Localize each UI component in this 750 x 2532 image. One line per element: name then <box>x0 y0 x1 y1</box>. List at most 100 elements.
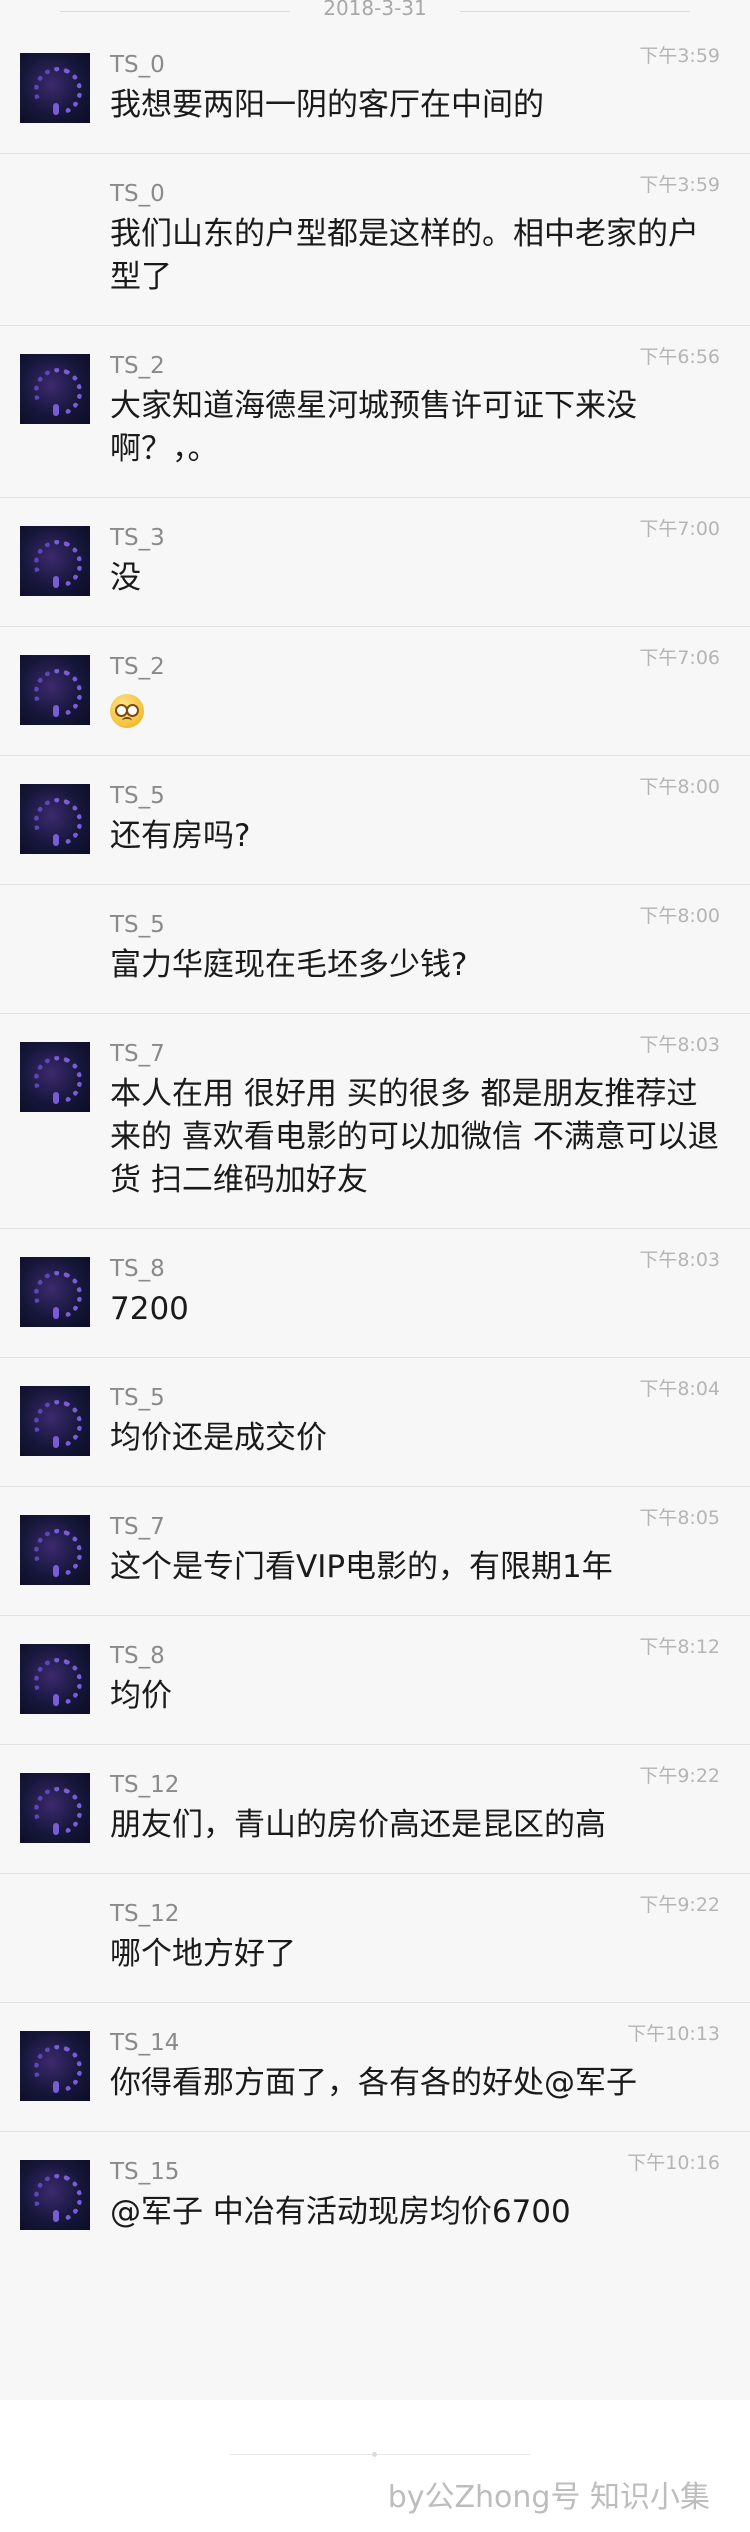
message-header: TS_0 下午3:59 <box>110 174 720 209</box>
sender-name[interactable]: TS_7 <box>110 1041 165 1067</box>
message-header: TS_8 下午8:12 <box>110 1636 720 1671</box>
message-item[interactable]: TS_8 下午8:12 均价 <box>0 1616 750 1745</box>
message-time: 下午8:00 <box>639 905 720 927</box>
avatar-dot-icon <box>53 1694 59 1706</box>
message-header: TS_7 下午8:05 <box>110 1507 720 1542</box>
sender-name[interactable]: TS_3 <box>110 525 165 551</box>
message-text: 本人在用 很好用 买的很多 都是朋友推荐过来的 喜欢看电影的可以加微信 不满意可… <box>110 1076 719 1198</box>
sender-name[interactable]: TS_2 <box>110 654 165 680</box>
message-item[interactable]: TS_2 下午7:06 <box>0 627 750 756</box>
avatar-dot-icon <box>53 834 59 846</box>
avatar-dot-icon <box>53 1307 59 1319</box>
sender-name[interactable]: TS_15 <box>110 2159 179 2185</box>
avatar[interactable] <box>20 1257 90 1327</box>
message-item[interactable]: TS_5 下午8:00 还有房吗? <box>0 756 750 885</box>
message-time: 下午7:06 <box>639 647 720 669</box>
message-header: TS_2 下午6:56 <box>110 346 720 381</box>
message-item[interactable]: TS_0 下午3:59 我们山东的户型都是这样的。相中老家的户型了 <box>0 154 750 326</box>
message-header: TS_5 下午8:00 <box>110 776 720 811</box>
message-item[interactable]: TS_2 下午6:56 大家知道海德星河城预售许可证下来没啊？，。 <box>0 326 750 498</box>
sender-name[interactable]: TS_8 <box>110 1256 165 1282</box>
message-list[interactable]: TS_0 下午3:59 我想要两阳一阴的客厅在中间的 TS_0 下午3:59 我们山东的户… <box>0 25 750 2260</box>
avatar[interactable] <box>20 2031 90 2101</box>
avatar[interactable] <box>20 53 90 123</box>
message-time: 下午10:16 <box>627 2152 720 2174</box>
message-item[interactable]: TS_7 下午8:03 本人在用 很好用 买的很多 都是朋友推荐过来的 喜欢看电影的… <box>0 1014 750 1229</box>
message-item[interactable]: TS_5 下午8:00 富力华庭现在毛坯多少钱? <box>0 885 750 1014</box>
message-text: 朋友们，青山的房价高还是昆区的高 <box>110 1807 606 1843</box>
sender-name[interactable]: TS_14 <box>110 2030 179 2056</box>
sender-name[interactable]: TS_8 <box>110 1643 165 1669</box>
message-item[interactable]: TS_3 下午7:00 没 <box>0 498 750 627</box>
message-time: 下午8:03 <box>639 1249 720 1271</box>
message-text: 均价 <box>110 1678 172 1714</box>
avatar[interactable] <box>20 2160 90 2230</box>
message-text: 这个是专门看VIP电影的，有限期1年 <box>110 1549 613 1585</box>
avatar[interactable] <box>20 1386 90 1456</box>
sender-name[interactable]: TS_5 <box>110 1385 165 1411</box>
sender-name[interactable]: TS_0 <box>110 52 165 78</box>
avatar-dot-icon <box>53 2081 59 2093</box>
message-item[interactable]: TS_15 下午10:16 @军子 中冶有活动现房均价6700 <box>0 2132 750 2260</box>
message-text: 7200 <box>110 1291 189 1327</box>
message-text: 没 <box>110 560 141 596</box>
date-separator: 2018-3-31 <box>0 0 750 24</box>
sender-name[interactable]: TS_5 <box>110 912 165 938</box>
message-text: 大家知道海德星河城预售许可证下来没啊？，。 <box>110 388 637 467</box>
message-header: TS_15 下午10:16 <box>110 2152 720 2187</box>
sender-name[interactable]: TS_12 <box>110 1772 179 1798</box>
message-item[interactable]: TS_12 下午9:22 朋友们，青山的房价高还是昆区的高 <box>0 1745 750 1874</box>
message-time: 下午8:03 <box>639 1034 720 1056</box>
avatar[interactable] <box>20 1042 90 1112</box>
message-header: TS_14 下午10:13 <box>110 2023 720 2058</box>
message-item[interactable]: TS_0 下午3:59 我想要两阳一阴的客厅在中间的 <box>0 25 750 154</box>
footer-divider <box>230 2454 530 2455</box>
avatar[interactable] <box>20 1515 90 1585</box>
avatar-dot-icon <box>53 1436 59 1448</box>
avatar[interactable] <box>20 655 90 725</box>
message-header: TS_5 下午8:04 <box>110 1378 720 1413</box>
message-text: 哪个地方好了 <box>110 1936 296 1972</box>
message-time: 下午8:00 <box>639 776 720 798</box>
sender-name[interactable]: TS_7 <box>110 1514 165 1540</box>
message-item[interactable]: TS_14 下午10:13 你得看那方面了，各有各的好处@军子 <box>0 2003 750 2132</box>
message-time: 下午9:22 <box>639 1765 720 1787</box>
sender-name[interactable]: TS_12 <box>110 1901 179 1927</box>
avatar[interactable] <box>20 1773 90 1843</box>
avatar[interactable] <box>20 1644 90 1714</box>
message-time: 下午3:59 <box>639 45 720 67</box>
date-label: 2018-3-31 <box>323 0 427 20</box>
avatar-dot-icon <box>53 705 59 717</box>
message-item[interactable]: TS_12 下午9:22 哪个地方好了 <box>0 1874 750 2003</box>
message-text: 我想要两阳一阴的客厅在中间的 <box>110 87 544 123</box>
message-time: 下午8:12 <box>639 1636 720 1658</box>
message-item[interactable]: TS_8 下午8:03 7200 <box>0 1229 750 1358</box>
avatar[interactable] <box>20 526 90 596</box>
message-header: TS_12 下午9:22 <box>110 1765 720 1800</box>
message-time: 下午8:05 <box>639 1507 720 1529</box>
message-header: TS_8 下午8:03 <box>110 1249 720 1284</box>
message-header: TS_3 下午7:00 <box>110 518 720 553</box>
avatar-dot-icon <box>53 404 59 416</box>
message-text: 富力华庭现在毛坯多少钱? <box>110 947 468 983</box>
message-text: 我们山东的户型都是这样的。相中老家的户型了 <box>110 216 699 295</box>
footer-dot <box>372 2452 377 2457</box>
avatar-dot-icon <box>53 2210 59 2222</box>
sender-name[interactable]: TS_5 <box>110 783 165 809</box>
message-header: TS_5 下午8:00 <box>110 905 720 940</box>
avatar[interactable] <box>20 354 90 424</box>
avatar[interactable] <box>20 784 90 854</box>
message-header: TS_7 下午8:03 <box>110 1034 720 1069</box>
message-time: 下午3:59 <box>639 174 720 196</box>
avatar-dot-icon <box>53 576 59 588</box>
message-text: @军子 中冶有活动现房均价6700 <box>110 2194 571 2230</box>
sender-name[interactable]: TS_2 <box>110 353 165 379</box>
message-item[interactable]: TS_7 下午8:05 这个是专门看VIP电影的，有限期1年 <box>0 1487 750 1616</box>
sender-name[interactable]: TS_0 <box>110 181 165 207</box>
message-item[interactable]: TS_5 下午8:04 均价还是成交价 <box>0 1358 750 1487</box>
message-time: 下午8:04 <box>639 1378 720 1400</box>
message-text: 均价还是成交价 <box>110 1420 327 1456</box>
watermark: by公Zhong号 知识小集 <box>387 2480 710 2515</box>
message-header: TS_2 下午7:06 <box>110 647 720 682</box>
footer: by公Zhong号 知识小集 <box>0 2400 750 2532</box>
